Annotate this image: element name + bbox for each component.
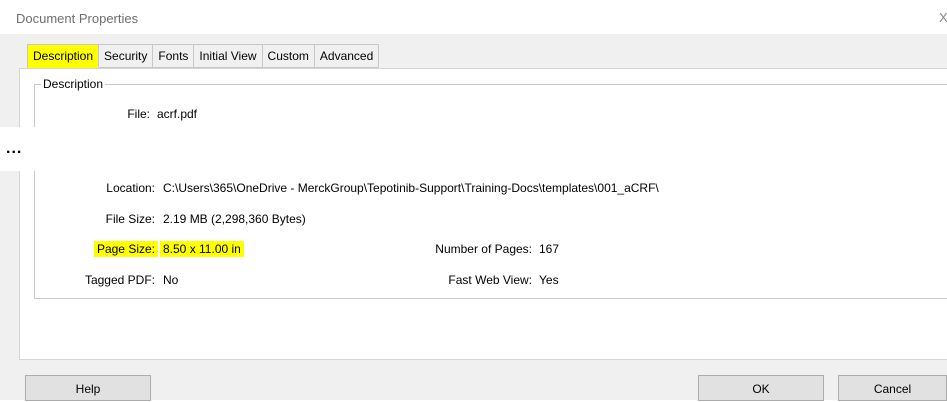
tab-fonts[interactable]: Fonts [152, 44, 195, 68]
num-pages-label: Number of Pages: [435, 242, 532, 256]
page-size-value-text: 8.50 x 11.00 in [160, 241, 244, 257]
window-title: Document Properties [16, 11, 139, 26]
cancel-button[interactable]: Cancel [838, 375, 947, 401]
file-label: File: [127, 107, 150, 121]
tab-custom[interactable]: Custom [261, 44, 315, 68]
file-value: acrf.pdf [157, 107, 198, 121]
description-group-legend: Description [41, 77, 106, 91]
close-icon[interactable]: X [939, 10, 947, 25]
tagged-pdf-value: No [163, 273, 179, 287]
file-size-label: File Size: [105, 212, 155, 226]
tagged-pdf-label: Tagged PDF: [84, 273, 155, 287]
location-value: C:\Users\365\OneDrive - MerckGroup\Tepot… [163, 181, 659, 195]
page-size-label-text: Page Size: [93, 241, 158, 257]
tab-description[interactable]: Description [27, 44, 100, 68]
tab-bar: Description Security Fonts Initial View … [27, 44, 380, 68]
title-bar: Document Properties X [0, 0, 947, 34]
tab-security[interactable]: Security [98, 44, 154, 68]
page-size-value: 8.50 x 11.00 in [160, 241, 244, 257]
omitted-section [0, 127, 947, 171]
tab-initial-view[interactable]: Initial View [193, 44, 263, 68]
fast-web-view-label: Fast Web View: [448, 273, 532, 287]
location-label: Location: [106, 181, 155, 195]
num-pages-value: 167 [539, 242, 560, 256]
file-size-value: 2.19 MB (2,298,360 Bytes) [163, 212, 306, 226]
omitted-ellipsis: ... [6, 140, 23, 157]
tab-advanced[interactable]: Advanced [313, 44, 380, 68]
fast-web-view-value: Yes [539, 273, 559, 287]
help-button[interactable]: Help [25, 375, 151, 401]
page-size-label: Page Size: [8, 241, 158, 257]
ok-button[interactable]: OK [698, 375, 824, 401]
